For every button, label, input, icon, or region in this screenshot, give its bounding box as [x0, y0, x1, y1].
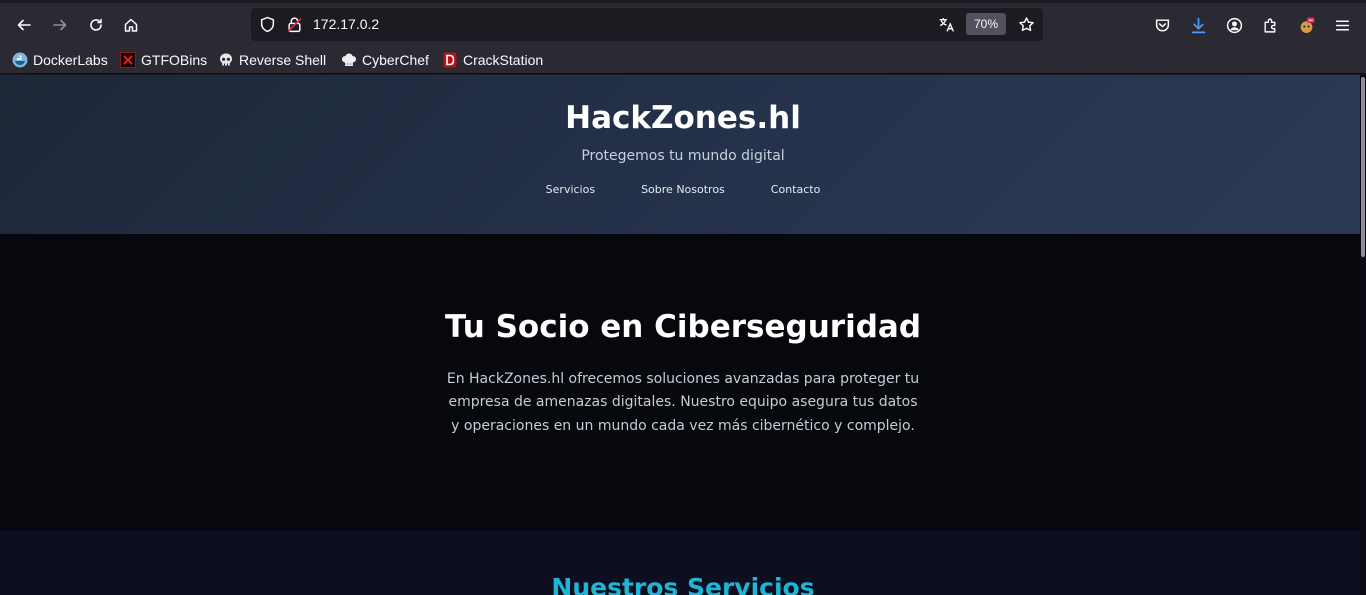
bookmark-label: GTFOBins — [141, 52, 208, 68]
extension-foxyproxy-button[interactable] — [1293, 12, 1319, 38]
hamburger-menu-icon — [1335, 19, 1349, 31]
download-icon — [1191, 17, 1205, 33]
docker-icon — [12, 52, 28, 68]
nav-link-contacto[interactable]: Contacto — [771, 183, 821, 196]
arrow-right-icon — [53, 19, 67, 31]
insecure-lock-icon[interactable] — [286, 16, 303, 33]
pocket-button[interactable] — [1149, 12, 1175, 38]
reload-button[interactable] — [82, 11, 110, 39]
scrollbar-thumb[interactable] — [1361, 77, 1365, 257]
puzzle-icon — [1263, 18, 1275, 33]
back-button[interactable] — [10, 11, 38, 39]
star-bookmark-icon[interactable] — [1018, 16, 1035, 33]
menu-button[interactable] — [1329, 12, 1355, 38]
shield-icon[interactable] — [259, 16, 276, 33]
bookmark-cyberchef[interactable]: CyberChef — [341, 50, 429, 70]
account-icon — [1226, 17, 1242, 33]
arrow-left-icon — [17, 19, 31, 31]
services-section: Nuestros Servicios — [0, 530, 1360, 595]
account-button[interactable] — [1221, 12, 1247, 38]
bookmark-label: Reverse Shell — [239, 52, 327, 68]
pocket-icon — [1155, 18, 1169, 32]
bookmark-crackstation[interactable]: CrackStation — [442, 50, 543, 70]
site-brand: HackZones.hl — [565, 100, 801, 136]
bookmark-label: DockerLabs — [33, 52, 108, 68]
gtfobins-icon — [120, 52, 136, 68]
chef-hat-icon — [342, 53, 356, 66]
site-tagline: Protegemos tu mundo digital — [581, 148, 785, 164]
bookmark-reverse-shell[interactable]: Reverse Shell — [218, 50, 326, 70]
zoom-level-badge[interactable]: 70% — [966, 13, 1006, 35]
page-scrollbar[interactable] — [1360, 75, 1366, 595]
bookmark-label: CrackStation — [463, 52, 544, 68]
url-text[interactable]: 172.17.0.2 — [313, 16, 379, 32]
hero-title: Tu Socio en Ciberseguridad — [444, 309, 922, 345]
forward-button[interactable] — [46, 11, 74, 39]
home-icon — [124, 18, 138, 32]
skull-icon — [220, 53, 232, 66]
hero-section: Tu Socio en Ciberseguridad En HackZones.… — [0, 234, 1360, 530]
services-title: Nuestros Servicios — [551, 573, 815, 595]
url-bar[interactable]: 172.17.0.2 70% — [251, 8, 1043, 41]
nav-link-sobre-nosotros[interactable]: Sobre Nosotros — [641, 183, 725, 196]
bookmark-dockerlabs[interactable]: DockerLabs — [12, 50, 108, 70]
extensions-button[interactable] — [1257, 12, 1283, 38]
page-viewport: HackZones.hl Protegemos tu mundo digital… — [0, 75, 1366, 595]
home-button[interactable] — [117, 11, 145, 39]
site-nav: Servicios Sobre Nosotros Contacto — [0, 183, 1366, 196]
site-header: HackZones.hl Protegemos tu mundo digital… — [0, 75, 1360, 234]
nav-link-servicios[interactable]: Servicios — [546, 183, 595, 196]
bookmarks-toolbar: DockerLabs GTFOBins Reverse Shell CyberC… — [0, 45, 1366, 74]
downloads-button[interactable] — [1185, 12, 1211, 38]
browser-toolbar: 172.17.0.2 70% — [0, 0, 1366, 45]
bookmark-label: CyberChef — [362, 52, 429, 68]
reload-icon — [90, 18, 102, 31]
hero-text: En HackZones.hl ofrecemos soluciones ava… — [446, 371, 920, 434]
bookmark-gtfobins[interactable]: GTFOBins — [120, 50, 207, 70]
fox-extension-icon — [1300, 17, 1314, 33]
translate-icon[interactable] — [938, 16, 955, 33]
crackstation-icon — [443, 52, 457, 68]
